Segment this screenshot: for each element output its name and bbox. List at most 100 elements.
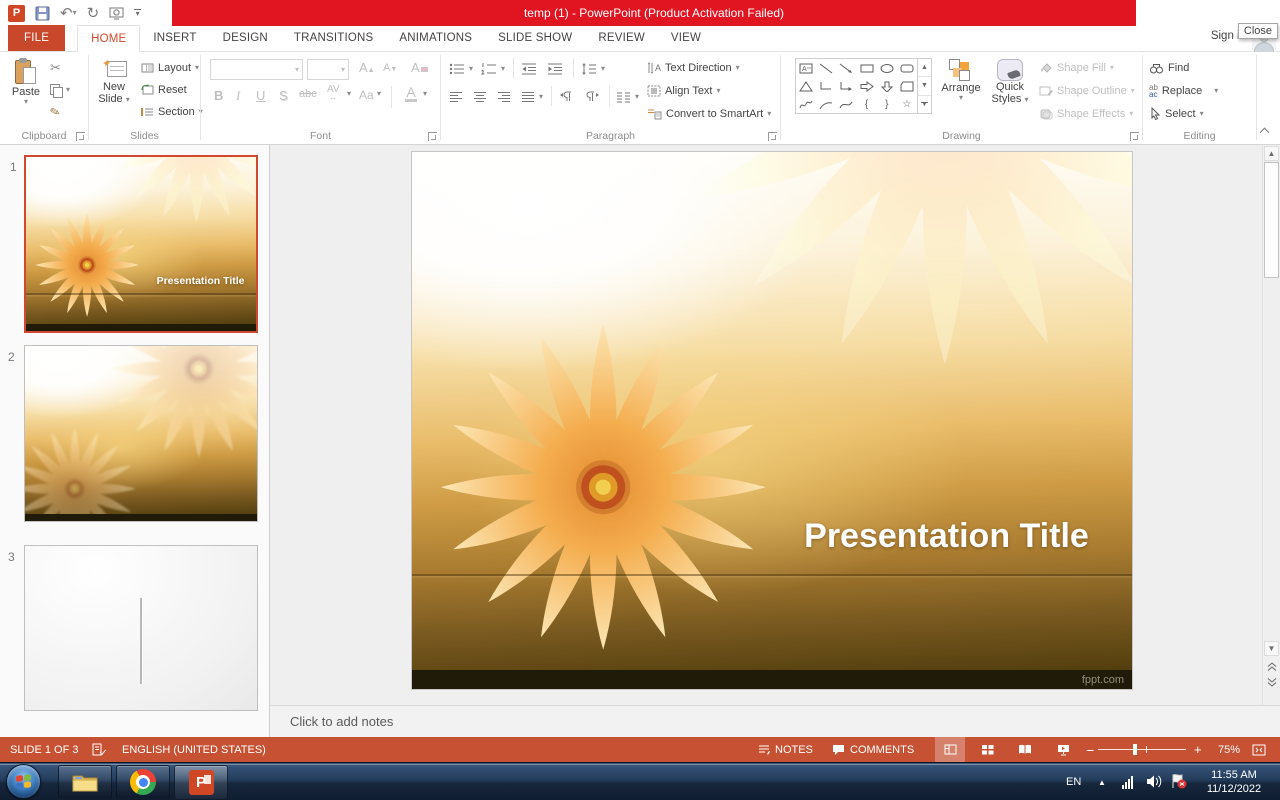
show-hidden-icons[interactable]: ▲ [1098, 763, 1106, 800]
collapse-ribbon-button[interactable] [1260, 128, 1270, 138]
shape-manual-input[interactable] [897, 77, 917, 95]
layout-button[interactable]: Layout▾ [141, 57, 199, 78]
shape-scribble[interactable] [796, 95, 816, 113]
align-text-button[interactable]: Align Text▾ [647, 80, 721, 101]
undo-icon[interactable]: ↶▾ [60, 6, 77, 21]
section-button[interactable]: Section▾ [141, 101, 203, 122]
tab-slideshow[interactable]: SLIDE SHOW [485, 25, 585, 51]
italic-button[interactable]: I [236, 88, 240, 108]
tab-view[interactable]: VIEW [658, 25, 714, 51]
font-color-dropdown[interactable]: ▾ [423, 90, 427, 110]
taskbar-explorer-button[interactable] [58, 765, 112, 799]
align-left-button[interactable] [449, 86, 463, 107]
gallery-more-icon[interactable]: ▼ [918, 96, 931, 113]
slide-sorter-view-button[interactable] [972, 737, 1002, 762]
tab-transitions[interactable]: TRANSITIONS [281, 25, 387, 51]
reading-view-button[interactable] [1010, 737, 1040, 762]
tab-review[interactable]: REVIEW [585, 25, 658, 51]
taskbar-powerpoint-button[interactable]: P [174, 765, 228, 799]
format-painter-button[interactable]: ✎ [50, 101, 60, 122]
shape-triangle[interactable] [796, 77, 816, 95]
text-shadow-button[interactable]: S [279, 88, 288, 108]
tray-language[interactable]: EN [1066, 763, 1081, 800]
tab-insert[interactable]: INSERT [140, 25, 209, 51]
shape-right-arrow[interactable] [856, 77, 876, 95]
scroll-down-icon[interactable]: ▼ [1264, 641, 1279, 656]
character-spacing-dropdown[interactable]: ▾ [347, 90, 351, 110]
notes-placeholder[interactable]: Click to add notes [290, 714, 393, 729]
redo-icon[interactable]: ↻ [87, 6, 100, 21]
scroll-up-icon[interactable]: ▲ [1264, 146, 1279, 161]
shape-left-brace[interactable]: { [856, 95, 876, 113]
select-button[interactable]: Select▾ [1149, 103, 1204, 124]
new-slide-button[interactable]: ✦ New Slide ▾ [91, 56, 137, 105]
font-name-combo[interactable]: ▾ [210, 59, 303, 80]
shape-textbox[interactable]: A [796, 59, 816, 77]
numbering-button[interactable]: ▾ [481, 58, 505, 79]
language-indicator[interactable]: ENGLISH (UNITED STATES) [122, 737, 266, 762]
shape-fill-button[interactable]: Shape Fill▾ [1039, 57, 1114, 78]
quick-styles-button[interactable]: Quick Styles ▾ [987, 56, 1033, 105]
volume-icon[interactable] [1146, 774, 1162, 789]
font-size-combo[interactable]: ▾ [307, 59, 349, 80]
zoom-slider-track[interactable] [1098, 749, 1186, 750]
network-icon[interactable] [1122, 775, 1134, 789]
next-slide-button[interactable] [1264, 675, 1279, 690]
start-from-beginning-icon[interactable] [109, 7, 124, 20]
notes-toggle[interactable]: NOTES [758, 737, 813, 762]
shape-rounded-rectangle[interactable] [897, 59, 917, 77]
save-icon[interactable] [35, 6, 50, 21]
slide-canvas[interactable]: Presentation Title fppt.com [411, 151, 1133, 690]
tab-home[interactable]: HOME [77, 25, 140, 52]
clear-formatting-button[interactable]: A [411, 60, 428, 80]
tab-animations[interactable]: ANIMATIONS [386, 25, 485, 51]
replace-button[interactable]: abac Replace▾ [1149, 80, 1218, 101]
shape-arrow[interactable] [836, 59, 856, 77]
slide-thumbnail-2[interactable] [24, 345, 258, 522]
tab-design[interactable]: DESIGN [210, 25, 281, 51]
tab-file[interactable]: FILE [8, 25, 65, 51]
align-center-button[interactable] [473, 86, 487, 107]
shrink-font-button[interactable]: A▼ [383, 62, 397, 82]
previous-slide-button[interactable] [1264, 659, 1279, 674]
increase-indent-button[interactable] [547, 58, 563, 79]
rtl-text-direction-button[interactable] [585, 86, 600, 107]
zoom-out-button[interactable]: − [1086, 737, 1094, 762]
grow-font-button[interactable]: A▲ [359, 60, 375, 80]
slideshow-view-button[interactable] [1048, 737, 1078, 762]
customize-qat-icon[interactable]: ▾ [134, 9, 141, 18]
cut-button[interactable]: ✂ [50, 57, 61, 78]
ltr-text-direction-button[interactable] [559, 86, 574, 107]
shape-line[interactable] [816, 59, 836, 77]
convert-to-smartart-button[interactable]: Convert to SmartArt▾ [647, 103, 771, 124]
columns-button[interactable]: ▾ [616, 86, 639, 107]
spell-check-icon[interactable] [92, 737, 106, 762]
copy-button[interactable]: ▾ [50, 79, 70, 100]
taskbar-chrome-button[interactable] [116, 765, 170, 799]
paste-button[interactable]: Paste ▾ [6, 56, 46, 106]
strikethrough-button[interactable]: abc [299, 88, 317, 108]
shape-right-brace[interactable]: } [877, 95, 897, 113]
shape-curve[interactable] [836, 95, 856, 113]
action-center-icon[interactable] [1170, 773, 1187, 790]
shape-elbow-arrow[interactable] [836, 77, 856, 95]
shape-elbow[interactable] [816, 77, 836, 95]
slide-thumbnail-1[interactable]: Presentation Title [24, 155, 258, 333]
zoom-slider-thumb[interactable] [1133, 744, 1137, 755]
underline-button[interactable]: U [256, 88, 265, 108]
find-button[interactable]: Find [1149, 57, 1189, 78]
shape-arc[interactable] [816, 95, 836, 113]
shapes-gallery[interactable]: A { } ☆ [795, 58, 918, 114]
gallery-down-icon[interactable]: ▼ [918, 77, 931, 95]
comments-toggle[interactable]: COMMENTS [832, 737, 914, 762]
bullets-button[interactable]: ▾ [449, 58, 473, 79]
shape-down-arrow[interactable] [877, 77, 897, 95]
shapes-gallery-scroll[interactable]: ▲ ▼ ▼ [918, 58, 932, 114]
slide-thumbnail-3[interactable] [24, 545, 258, 711]
decrease-indent-button[interactable] [521, 58, 537, 79]
zoom-in-button[interactable]: + [1194, 737, 1202, 762]
notes-pane[interactable]: Click to add notes [270, 705, 1280, 737]
shape-rectangle[interactable] [856, 59, 876, 77]
slide-title[interactable]: Presentation Title [804, 517, 1089, 556]
align-right-button[interactable] [497, 86, 511, 107]
